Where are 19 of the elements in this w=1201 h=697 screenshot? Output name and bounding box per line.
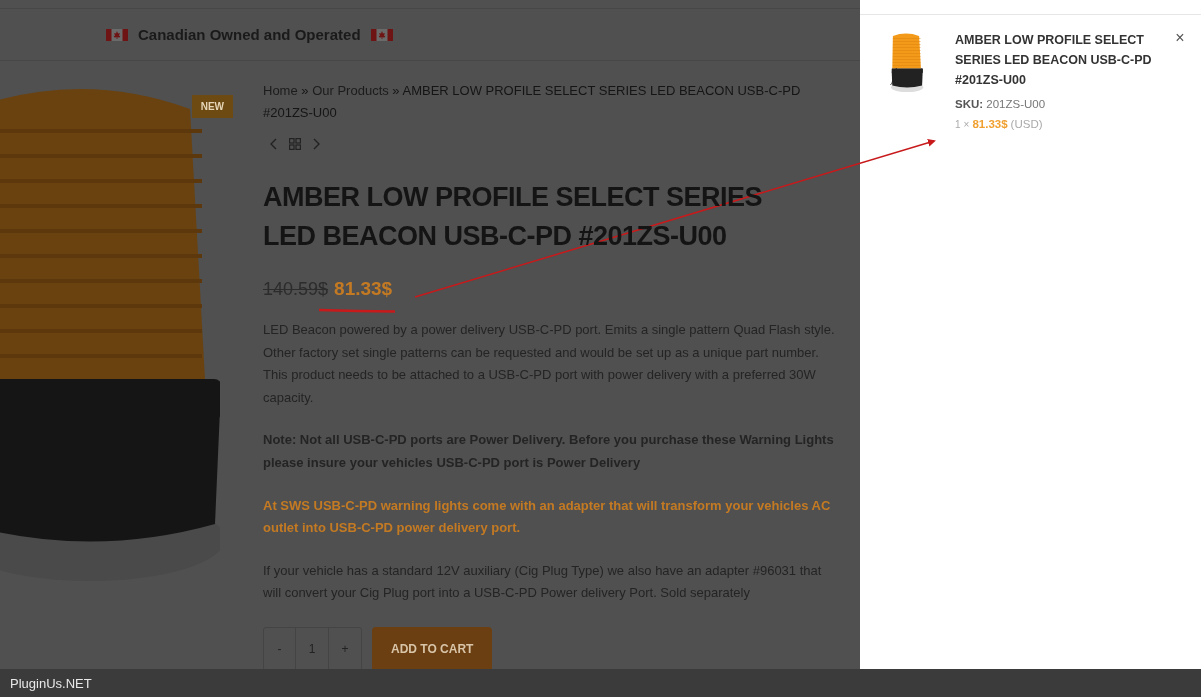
sku-value: 201ZS-U00 — [986, 98, 1046, 110]
grid-icon[interactable] — [289, 138, 301, 150]
increase-button[interactable]: + — [329, 627, 361, 669]
item-price: 81.33$ — [972, 118, 1008, 130]
currency-label: (USD) — [1010, 118, 1043, 130]
previous-icon[interactable] — [269, 138, 277, 150]
times-sign: × — [963, 119, 970, 130]
footer-label: PluginUs.NET — [10, 675, 92, 691]
item-quantity: 1 — [955, 119, 961, 130]
next-icon[interactable] — [313, 138, 321, 150]
sku-label: SKU: — [955, 98, 984, 110]
add-to-cart-button[interactable]: ADD TO CART — [372, 626, 493, 669]
canadian-flag-icon — [106, 28, 128, 41]
canadian-flag-icon — [370, 28, 393, 41]
cart-item-title[interactable]: AMBER LOW PROFILE SELECT SERIES LED BEACON USB-C-PD #201ZS-U00 — [955, 30, 1169, 90]
highlight-paragraph: At SWS USB-C-PD warning lights come with an adapter that will transform your vehicles AC outlet into USB-C-PD power delivery port. — [263, 496, 832, 538]
remove-button[interactable]: × — [1169, 29, 1191, 47]
new-badge: NEW — [191, 95, 233, 118]
sale-price: 81.33$ — [334, 278, 393, 300]
